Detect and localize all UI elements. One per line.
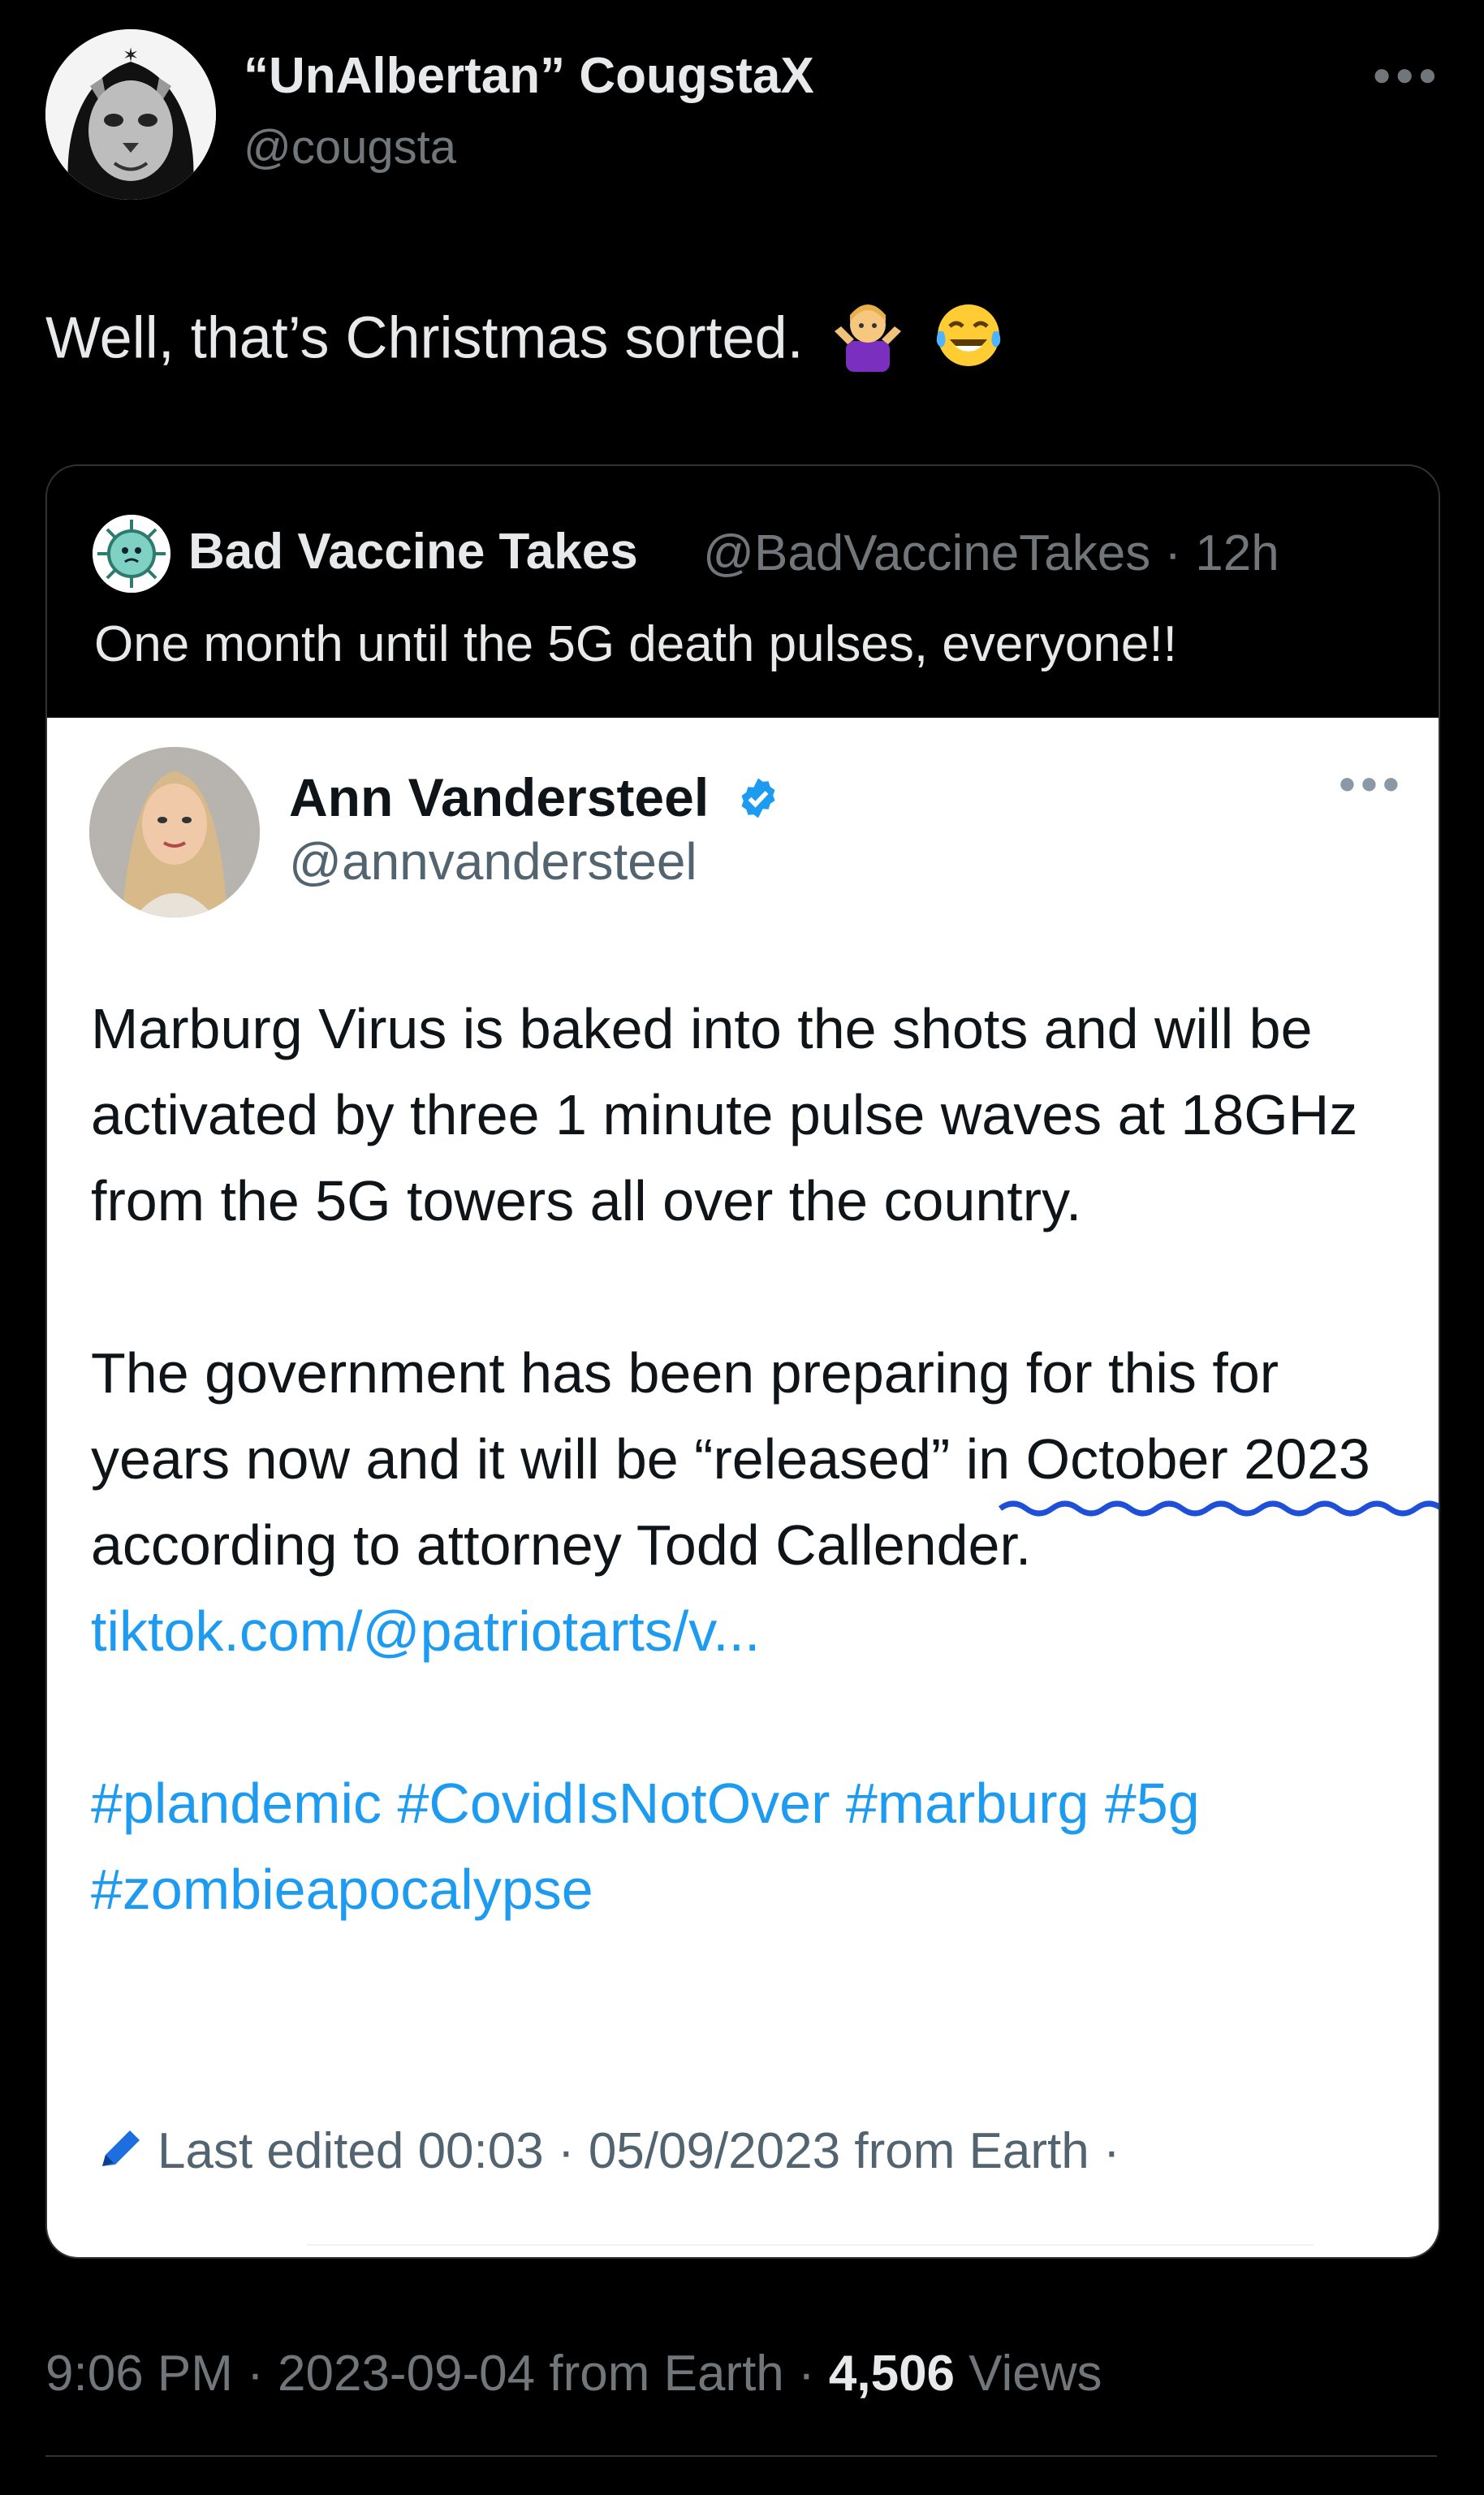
embedded-handle: @annvandersteel [289, 832, 697, 891]
quoted-handle-and-age[interactable]: @BadVaccineTakes · 12h [703, 524, 1279, 582]
views-label: Views [955, 2346, 1102, 2402]
person-shrugging-emoji [831, 299, 904, 386]
tears-of-joy-emoji [932, 299, 1005, 386]
quoted-tweet-card[interactable]: Bad Vaccine Takes @BadVaccineTakes · 12h… [45, 464, 1440, 2259]
embedded-tweet-body: Marburg Virus is baked into the shots an… [91, 986, 1439, 1932]
embedded-display-name-text: Ann Vandersteel [289, 767, 710, 827]
last-edited-line: Last edited 00:03 · 05/09/2023 from Eart… [96, 2122, 1120, 2185]
quoted-tweet-text: One month until the 5G death pulses, eve… [94, 616, 1177, 672]
bottom-divider [45, 2455, 1437, 2457]
author-handle[interactable]: @cougsta [244, 120, 456, 175]
quoted-author-avatar[interactable] [93, 515, 170, 593]
pencil-icon [96, 2124, 145, 2185]
author-avatar[interactable]: ✶ [45, 29, 216, 200]
embedded-paragraph-2: The government has been preparing for th… [91, 1330, 1439, 1674]
quoted-display-name[interactable]: Bad Vaccine Takes [188, 523, 638, 581]
quoted-handle[interactable]: @BadVaccineTakes [703, 525, 1150, 581]
hashtags-line-2: #zombieapocalypse [91, 1858, 593, 1921]
quoted-age: · 12h [1150, 525, 1279, 581]
embedded-display-name: Ann Vandersteel [289, 766, 781, 833]
views-count: 4,506 [828, 2346, 956, 2402]
embedded-divider [307, 2244, 1314, 2246]
svg-text:✶: ✶ [123, 45, 139, 67]
embedded-paragraph-1: Marburg Virus is baked into the shots an… [91, 997, 1358, 1232]
tweet-text-content: Well, that’s Christmas sorted. [45, 305, 804, 371]
embedded-paragraph-2-end: according to attorney Todd Callender. [91, 1513, 1032, 1577]
verified-badge-icon [736, 771, 781, 833]
tweet-text: Well, that’s Christmas sorted. [45, 299, 1005, 386]
underlined-date: October 2023 [998, 1416, 1439, 1517]
cat-avatar-icon: ✶ [45, 29, 216, 200]
woman-portrait-icon [89, 747, 260, 917]
tweet-metadata: 9:06 PM · 2023-09-04 from Earth · 4,506 … [45, 2345, 1102, 2402]
author-display-name[interactable]: “UnAlbertan” CougstaX [244, 47, 814, 105]
blue-squiggle-underline [998, 1500, 1439, 1517]
more-icon[interactable]: ●●● [1372, 57, 1440, 93]
virus-avatar-icon [93, 515, 170, 593]
last-edited-text: Last edited 00:03 · 05/09/2023 from Eart… [157, 2123, 1120, 2179]
hashtags-line-1: #plandemic #CovidIsNotOver #marburg #5g [91, 1772, 1200, 1835]
underlined-date-text: October 2023 [1025, 1427, 1370, 1491]
tweet-timestamp[interactable]: 9:06 PM · 2023-09-04 from Earth · [45, 2346, 829, 2402]
embedded-tweet-screenshot[interactable]: Ann Vandersteel @annvandersteel ●●● Marb… [47, 718, 1439, 2257]
tiktok-link: tiktok.com/@patriotarts/v... [91, 1599, 761, 1663]
embedded-author-avatar [89, 747, 260, 917]
more-icon: ●●● [1338, 766, 1404, 801]
